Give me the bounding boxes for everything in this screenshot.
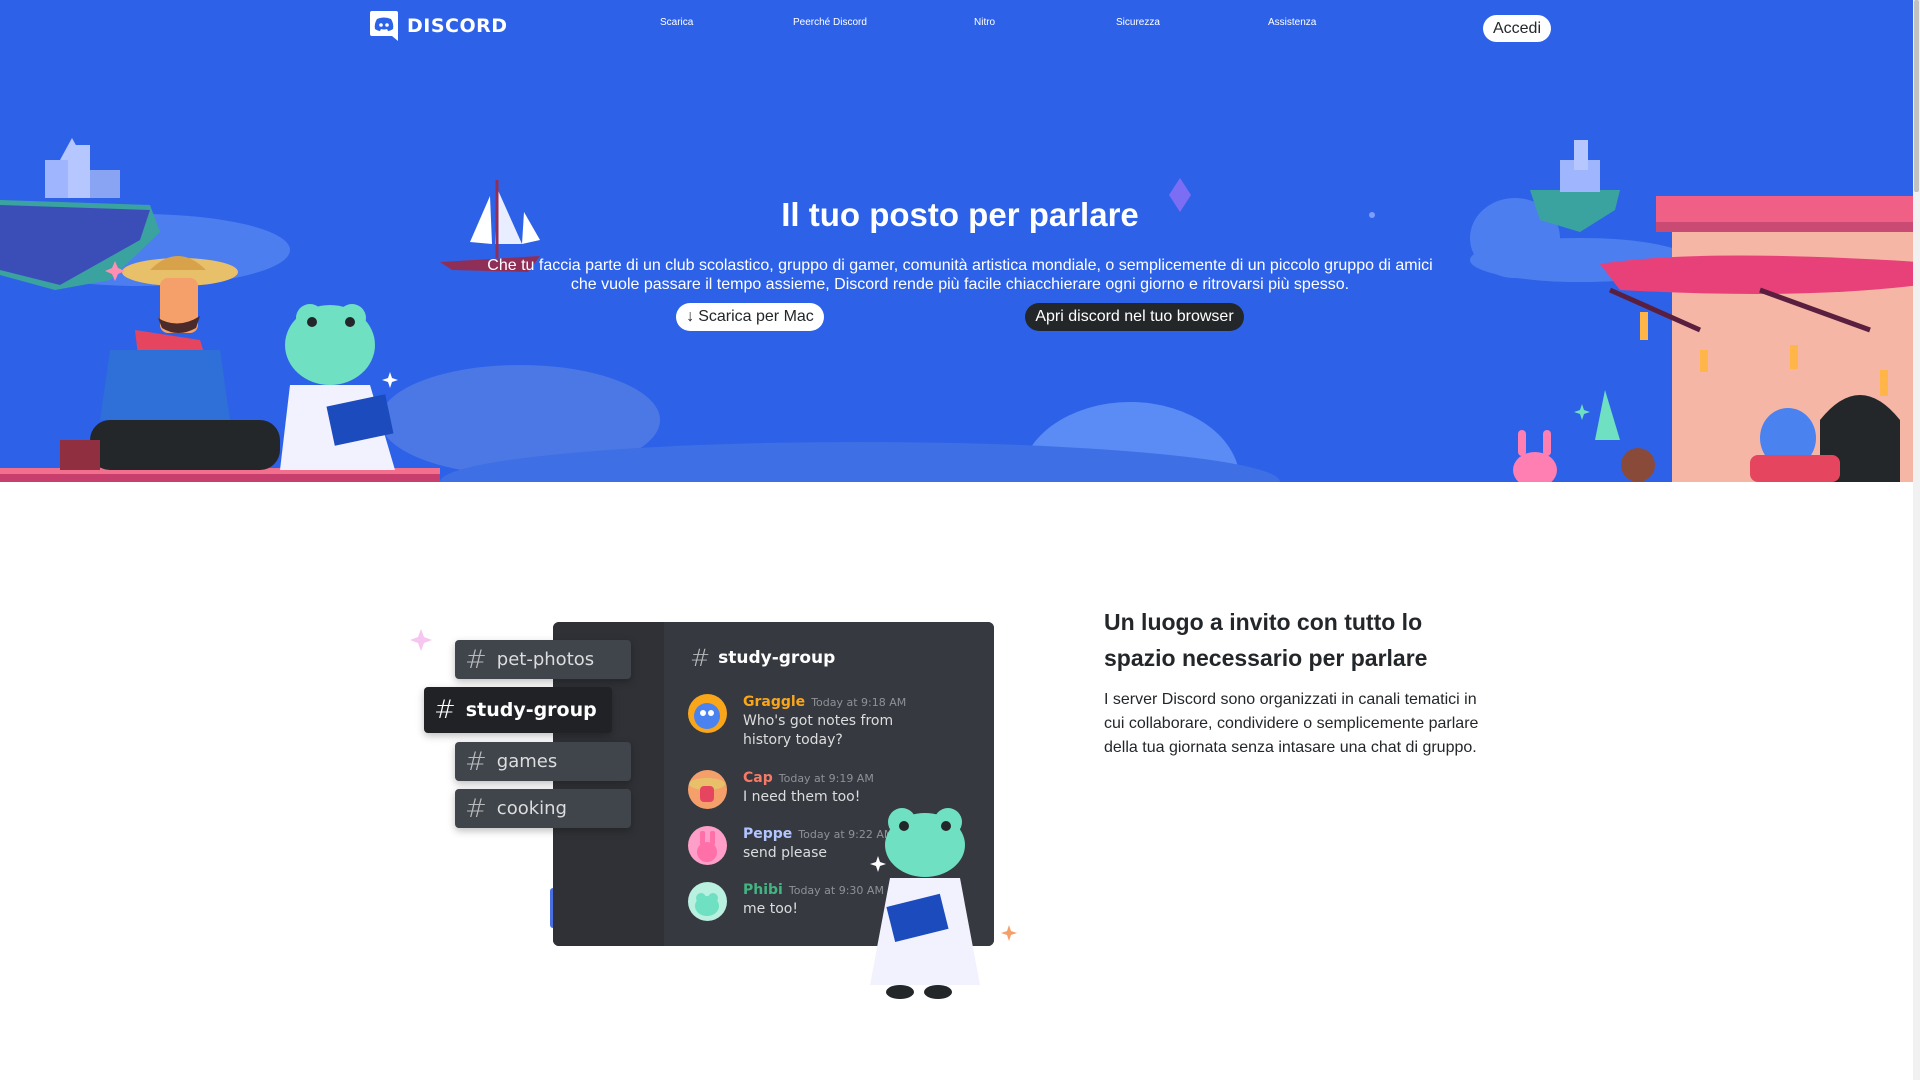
channel-hash-icon: #: [465, 644, 487, 675]
avatar-peppe-icon: [697, 831, 717, 862]
avatar-phibi-icon: [695, 893, 719, 916]
message-author: Graggle: [743, 694, 806, 710]
section-title-line2: spazio necessario per parlare: [1104, 645, 1428, 671]
section-title-line1: Un luogo a invito con tutto lo: [1104, 609, 1423, 635]
channel-cooking[interactable]: # cooking: [455, 789, 631, 828]
message-text-line1: send please: [743, 845, 827, 861]
chat-message: Phibi Today at 9:30 AM me too!: [688, 882, 884, 921]
message-text-line1: me too!: [743, 901, 798, 917]
channel-label: games: [496, 751, 558, 772]
avatar-peppe: [688, 826, 727, 865]
message-meta: Cap Today at 9:19 AM: [743, 770, 874, 786]
avatar-graggle: [688, 694, 727, 733]
channel-label: study-group: [465, 699, 597, 721]
chat-header-channel: study-group: [718, 648, 836, 668]
page-scrollbar-thumb[interactable]: [1914, 0, 1919, 192]
channel-hash-icon: #: [465, 746, 487, 777]
channel-label: cooking: [496, 798, 567, 819]
section-text-line1: I server Discord sono organizzati in can…: [1104, 691, 1477, 708]
message-text-line1: I need them too!: [743, 789, 861, 805]
channel-hash-icon: #: [465, 793, 487, 824]
message-time: Today at 9:18 AM: [811, 696, 907, 709]
avatar-phibi: [688, 882, 727, 921]
message-text-line2: history today?: [743, 732, 843, 748]
section-title: Un luogo a invito con tutto lo spazio ne…: [1104, 604, 1484, 676]
frog-character-illustration: [870, 808, 980, 999]
channel-pet-photos[interactable]: # pet-photos: [455, 640, 631, 679]
section-text-line2: cui collaborare, condividere o semplicem…: [1104, 715, 1479, 732]
avatar-cap: [688, 770, 727, 809]
message-body: Graggle Today at 9:18 AM Who's got notes…: [743, 694, 906, 750]
section-text-line3: della tua giornata senza intasare una ch…: [1104, 739, 1477, 756]
channel-hash-icon: #: [434, 695, 456, 725]
message-author: Peppe: [743, 826, 793, 842]
channel-games[interactable]: # games: [455, 742, 631, 781]
chat-header-hash-icon: #: [690, 644, 711, 672]
message-text: I need them too!: [743, 788, 874, 807]
message-author: Phibi: [743, 882, 783, 898]
chat-message: Graggle Today at 9:18 AM Who's got notes…: [688, 694, 906, 750]
channel-label: pet-photos: [496, 649, 595, 670]
message-time: Today at 9:19 AM: [778, 772, 874, 785]
message-meta: Graggle Today at 9:18 AM: [743, 694, 906, 710]
message-text: Who's got notes from history today?: [743, 712, 906, 750]
message-author: Cap: [743, 770, 773, 786]
section-text: I server Discord sono organizzati in can…: [1104, 688, 1484, 760]
chat-header: # study-group: [690, 644, 835, 672]
chat-message: Cap Today at 9:19 AM I need them too!: [688, 770, 874, 809]
message-body: Cap Today at 9:19 AM I need them too!: [743, 770, 874, 809]
channel-study-group[interactable]: # study-group: [424, 687, 612, 733]
avatar-graggle-icon: [694, 703, 720, 729]
message-text-line1: Who's got notes from: [743, 713, 894, 729]
avatar-cap-icon: [689, 778, 725, 802]
